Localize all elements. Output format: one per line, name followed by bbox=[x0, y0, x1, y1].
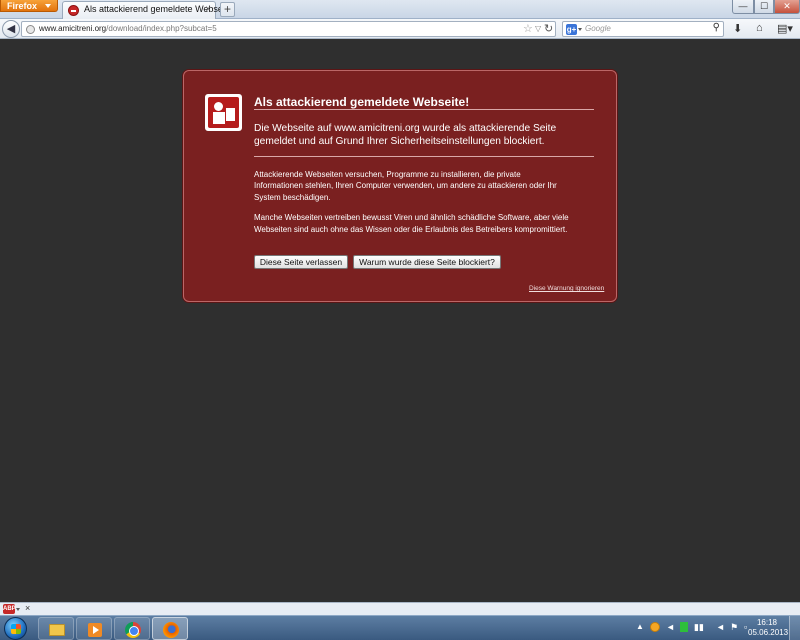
chevron-down-icon bbox=[578, 28, 582, 31]
search-bar[interactable]: g+ Google ⚲ bbox=[562, 21, 724, 37]
tab-close-icon[interactable]: × bbox=[205, 4, 211, 16]
history-dropdown-icon[interactable]: ▽ bbox=[535, 24, 541, 33]
title-bar: Firefox Als attackierend gemeldete Webse… bbox=[0, 0, 800, 19]
home-icon[interactable]: ⌂ bbox=[756, 22, 763, 34]
close-window-button[interactable]: ✕ bbox=[774, 0, 800, 14]
taskbar-firefox[interactable] bbox=[152, 617, 188, 640]
tray-battery-icon[interactable] bbox=[680, 622, 688, 632]
tray-antivirus-icon[interactable]: ◄ bbox=[666, 622, 676, 632]
leave-site-button[interactable]: Diese Seite verlassen bbox=[254, 255, 348, 269]
explorer-icon bbox=[49, 624, 65, 636]
police-officer-icon bbox=[205, 94, 242, 131]
start-button[interactable] bbox=[4, 617, 27, 640]
taskbar-chrome[interactable] bbox=[114, 617, 150, 640]
star-icon[interactable]: ☆ bbox=[523, 22, 533, 35]
clock-time: 16:18 bbox=[756, 618, 778, 627]
warning-paragraph-2: Manche Webseiten vertreiben bewusst Vire… bbox=[254, 213, 569, 234]
page-content: Als attackierend gemeldete Webseite! Die… bbox=[0, 40, 800, 602]
chrome-icon bbox=[125, 622, 141, 638]
taskbar-media-player[interactable] bbox=[76, 617, 112, 640]
reload-icon[interactable]: ↻ bbox=[544, 22, 553, 35]
media-player-icon bbox=[88, 623, 102, 637]
magnifier-icon[interactable]: ⚲ bbox=[713, 22, 720, 33]
divider bbox=[254, 109, 594, 110]
new-tab-button[interactable]: + bbox=[220, 2, 235, 17]
warning-paragraph-1: Attackierende Webseiten versuchen, Progr… bbox=[254, 170, 557, 202]
tray-app-icon[interactable] bbox=[650, 622, 660, 632]
download-arrow-icon[interactable]: ⬇ bbox=[733, 22, 742, 35]
volume-icon[interactable]: ◄ bbox=[716, 622, 726, 632]
chevron-down-icon bbox=[45, 4, 51, 8]
attack-site-warning-box: Als attackierend gemeldete Webseite! Die… bbox=[183, 70, 617, 302]
globe-icon bbox=[26, 25, 35, 34]
warning-long-description: Attackierende Webseiten versuchen, Progr… bbox=[254, 169, 569, 244]
addon-bar-close-icon[interactable]: × bbox=[25, 603, 30, 613]
action-center-flag-icon[interactable]: ⚑ bbox=[730, 622, 740, 632]
windows-taskbar: ▲ ◄ ▮▮ ◄ ⚑ ▫ 16:18 05.06.2013 bbox=[0, 615, 800, 640]
url-path: /download/index.php?subcat=5 bbox=[106, 24, 217, 33]
url-domain: www.amicitreni.org bbox=[39, 24, 107, 33]
warning-short-description: Die Webseite auf www.amicitreni.org wurd… bbox=[254, 123, 557, 147]
system-clock[interactable]: 16:18 05.06.2013 bbox=[748, 618, 789, 638]
firefox-menu-label: Firefox bbox=[7, 1, 38, 11]
back-button[interactable]: ◀ bbox=[2, 20, 20, 38]
addon-bar: ABP × bbox=[0, 602, 800, 615]
why-blocked-button[interactable]: Warum wurde diese Seite blockiert? bbox=[353, 255, 501, 269]
adblock-plus-icon[interactable]: ABP bbox=[3, 604, 16, 614]
firefox-menu-button[interactable]: Firefox bbox=[0, 0, 58, 12]
windows-logo-icon bbox=[11, 624, 21, 634]
google-logo-icon[interactable]: g+ bbox=[566, 24, 577, 35]
search-input[interactable]: Google bbox=[585, 24, 611, 33]
bookmarks-menu-icon[interactable]: ▤▾ bbox=[777, 22, 793, 35]
url-text[interactable]: www.amicitreni.org/download/index.php?su… bbox=[39, 24, 217, 33]
chevron-down-icon[interactable] bbox=[16, 608, 20, 611]
minimize-button[interactable]: — bbox=[732, 0, 754, 14]
clock-date: 05.06.2013 bbox=[748, 628, 789, 637]
blocked-site-favicon-icon bbox=[68, 5, 79, 16]
back-arrow-icon: ◀ bbox=[6, 23, 16, 35]
tray-expand-icon[interactable]: ▲ bbox=[636, 622, 646, 632]
tab-blocked-site[interactable]: Als attackierend gemeldete Webseite! × bbox=[62, 1, 235, 19]
ignore-warning-link[interactable]: Diese Warnung ignorieren bbox=[529, 285, 604, 292]
warning-title: Als attackierend gemeldete Webseite! bbox=[254, 95, 470, 109]
navigation-bar: ◀ www.amicitreni.org/download/index.php?… bbox=[0, 19, 800, 39]
tab-title: Als attackierend gemeldete Webseite! bbox=[84, 4, 235, 14]
taskbar-explorer[interactable] bbox=[38, 617, 74, 640]
firefox-icon bbox=[163, 622, 179, 638]
maximize-button[interactable]: ☐ bbox=[754, 0, 774, 14]
divider bbox=[254, 156, 594, 157]
url-bar[interactable]: www.amicitreni.org/download/index.php?su… bbox=[21, 21, 556, 37]
show-desktop-button[interactable] bbox=[789, 616, 800, 640]
network-signal-icon[interactable]: ▮▮ bbox=[694, 622, 704, 632]
